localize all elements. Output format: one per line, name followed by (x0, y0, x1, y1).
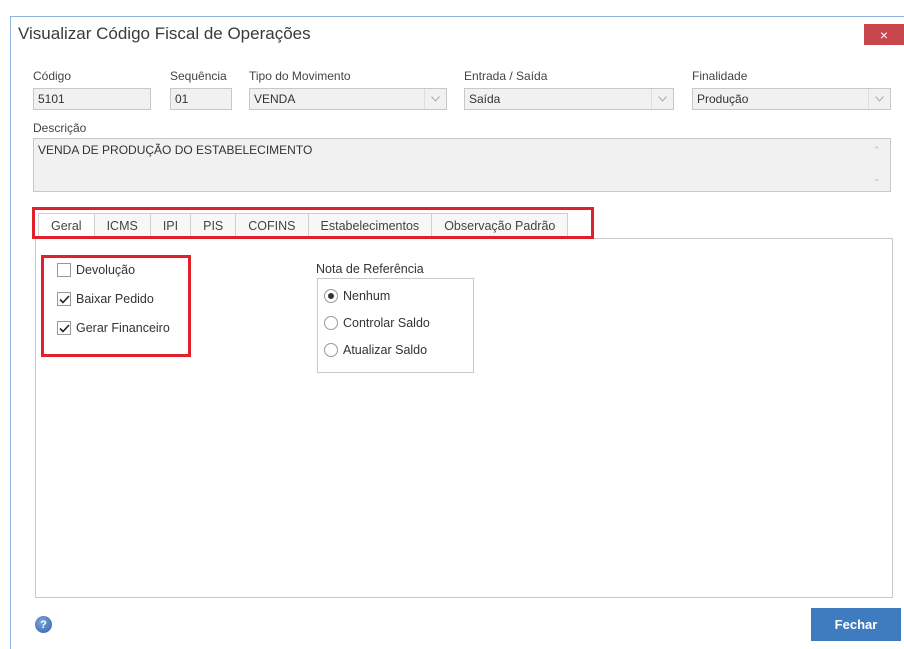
window-border-left (10, 16, 11, 649)
sequencia-field[interactable]: 01 (170, 88, 232, 110)
close-button[interactable]: × (864, 24, 904, 45)
radio-button[interactable] (324, 316, 338, 330)
entrada-saida-label: Entrada / Saída (464, 69, 548, 83)
chevron-down-icon[interactable] (651, 89, 673, 109)
codigo-field[interactable]: 5101 (33, 88, 151, 110)
radio-atualizar-saldo[interactable]: Atualizar Saldo (324, 343, 427, 357)
radio-nenhum-label: Nenhum (343, 289, 391, 303)
radio-atualizar-saldo-label: Atualizar Saldo (343, 343, 428, 357)
finalidade-value: Produção (697, 92, 749, 106)
radio-button[interactable] (324, 289, 338, 303)
chevron-down-icon[interactable] (424, 89, 446, 109)
checkboxes-highlight-box (41, 255, 191, 357)
window-title: Visualizar Código Fiscal de Operações (18, 24, 311, 43)
tipo-movimento-select[interactable]: VENDA (249, 88, 447, 110)
tabs-highlight-box (32, 207, 594, 239)
finalidade-select[interactable]: Produção (692, 88, 891, 110)
radio-button[interactable] (324, 343, 338, 357)
entrada-saida-value: Saída (469, 92, 501, 106)
fechar-button[interactable]: Fechar (811, 608, 901, 641)
radio-controlar-saldo-label: Controlar Saldo (343, 316, 430, 330)
finalidade-label: Finalidade (692, 69, 748, 83)
codigo-label: Código (33, 69, 72, 83)
window-border-top (10, 16, 904, 17)
tipo-movimento-value: VENDA (254, 92, 296, 106)
radio-controlar-saldo[interactable]: Controlar Saldo (324, 316, 430, 330)
help-icon[interactable]: ? (35, 616, 52, 633)
descricao-label: Descrição (33, 121, 87, 135)
sequencia-label: Sequência (170, 69, 227, 83)
scroll-down-icon[interactable]: ⌄ (873, 173, 881, 184)
descricao-value: VENDA DE PRODUÇÃO DO ESTABELECIMENTO (38, 143, 313, 157)
dialog-window: Visualizar Código Fiscal de Operações × … (0, 0, 904, 649)
descricao-memo[interactable]: VENDA DE PRODUÇÃO DO ESTABELECIMENTO ⌃ ⌄ (33, 138, 891, 192)
memo-scrollbar[interactable]: ⌃ ⌄ (864, 139, 890, 191)
scroll-up-icon[interactable]: ⌃ (873, 145, 881, 156)
close-icon: × (879, 26, 889, 43)
nota-referencia-title: Nota de Referência (316, 262, 424, 276)
entrada-saida-select[interactable]: Saída (464, 88, 674, 110)
chevron-down-icon[interactable] (868, 89, 890, 109)
radio-nenhum[interactable]: Nenhum (324, 289, 390, 303)
tipo-movimento-label: Tipo do Movimento (249, 69, 351, 83)
